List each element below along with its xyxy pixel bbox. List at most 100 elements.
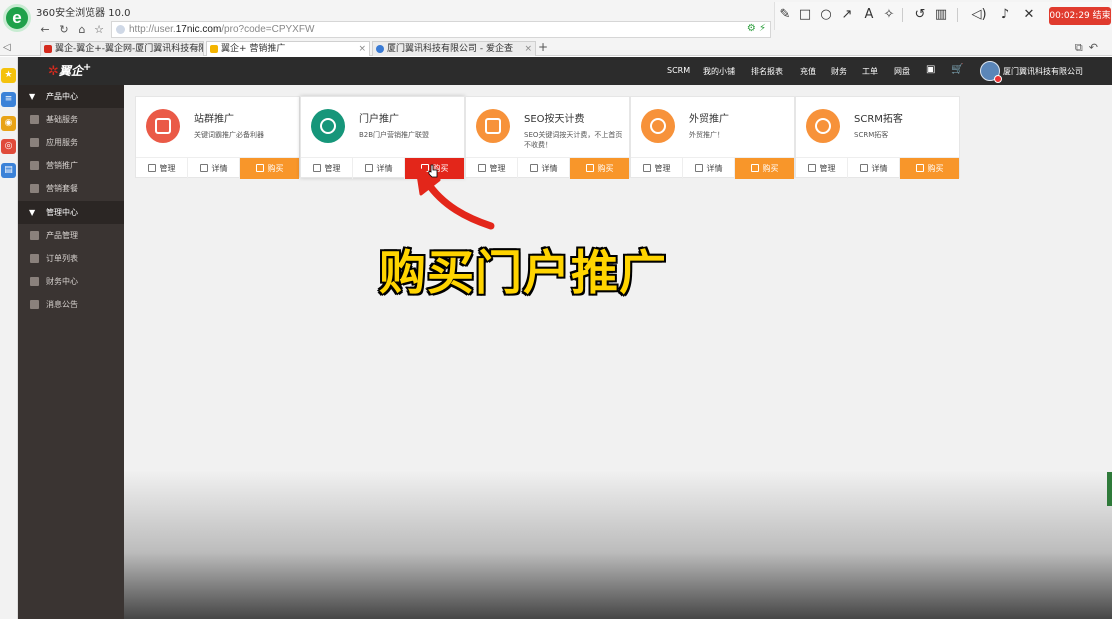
detail-button[interactable]: 详情 [353, 158, 405, 179]
tab-restore-icon[interactable]: ⧉↶ [1075, 41, 1104, 55]
cube-icon [312, 164, 321, 172]
topnav-ticket[interactable]: 工单 [862, 66, 878, 77]
topnav-recharge[interactable]: 充值 [800, 66, 816, 77]
new-tab-icon[interactable]: + [538, 40, 548, 54]
undo-icon[interactable]: ↺ [912, 7, 928, 23]
weibo-icon[interactable]: ◉ [1, 116, 16, 131]
sidebar-toggle-icon[interactable]: ◁ [3, 42, 11, 53]
recording-timer-button[interactable]: 00:02:29 结束 [1049, 7, 1111, 25]
manage-button[interactable]: 管理 [796, 158, 848, 179]
browser-tab-active[interactable]: 翼企+ 营销推广 × [206, 41, 370, 56]
favorites-star-icon[interactable]: ★ [1, 68, 16, 83]
tab-label: 厦门翼讯科技有限公司 - 爱企查 [387, 44, 513, 54]
app-logo[interactable]: ✲翼企+ [48, 62, 91, 79]
topnav-rank-report[interactable]: 排名报表 [751, 66, 783, 77]
site-info-icon[interactable] [116, 25, 125, 34]
sidebar-item-app-service[interactable]: 应用服务 [18, 131, 124, 154]
manage-button[interactable]: 管理 [301, 158, 353, 179]
buy-button[interactable]: 购买 [735, 158, 794, 179]
avatar[interactable] [980, 61, 1002, 83]
browser-logo-icon: e [3, 4, 31, 32]
text-icon[interactable]: A [861, 7, 877, 23]
card-description: 外贸推广！ [689, 131, 724, 139]
close-icon[interactable]: ✕ [1021, 7, 1037, 23]
sidebar-section-product-center[interactable]: ▼ 产品中心 [18, 85, 124, 108]
sidebar-item-announcements[interactable]: 消息公告 [18, 293, 124, 316]
detail-button[interactable]: 详情 [683, 158, 735, 179]
cube-icon [147, 164, 156, 172]
compat-mode-icon[interactable]: ⚙ ⚡ [747, 23, 766, 34]
card-description: SEO关键词按天计费，不上首页不收费！ [524, 131, 623, 149]
manage-button[interactable]: 管理 [631, 158, 683, 179]
message-icon[interactable]: ▣ [926, 64, 935, 75]
refresh-icon[interactable]: ↻ [57, 22, 71, 38]
gear-icon [30, 231, 39, 240]
app-sidebar: ▼ 产品中心 基础服务 应用服务 营销推广 营销套餐 ▼ 管理中心 产品管理 订… [18, 85, 124, 619]
document-icon [529, 164, 538, 172]
circle-icon[interactable]: ○ [818, 7, 834, 23]
video-bottom-shade [124, 470, 1112, 619]
detail-button[interactable]: 详情 [188, 158, 240, 179]
document-icon[interactable]: ▤ [1, 163, 16, 178]
buy-button[interactable]: 购买 [240, 158, 299, 179]
buy-button[interactable]: 购买 [570, 158, 629, 179]
rectangle-icon[interactable]: □ [797, 7, 813, 23]
company-name[interactable]: 厦门翼讯科技有限公司 [1003, 66, 1083, 77]
arrow-icon[interactable]: ↗ [839, 7, 855, 23]
sidebar-item-product-management[interactable]: 产品管理 [18, 224, 124, 247]
cart-icon[interactable]: 🛒 [951, 64, 963, 75]
hand-cursor-icon [428, 164, 438, 178]
tab-close-icon[interactable]: × [358, 42, 366, 56]
sidebar-item-basic-service[interactable]: 基础服务 [18, 108, 124, 131]
calendar-icon [476, 109, 510, 143]
document-icon [694, 164, 703, 172]
megaphone-icon [30, 184, 39, 193]
tab-close-icon[interactable]: × [192, 42, 200, 56]
list-icon[interactable]: ≡ [1, 92, 16, 107]
topnav-my-shop[interactable]: 我的小铺 [703, 66, 735, 77]
sidebar-item-marketing-package[interactable]: 营销套餐 [18, 177, 124, 200]
favorite-star-icon[interactable]: ☆ [92, 22, 106, 38]
cart-icon [750, 164, 759, 172]
toolbar-divider [957, 8, 958, 22]
microphone-icon[interactable]: ♪ [997, 7, 1013, 23]
browser-tab[interactable]: 翼企-翼企+-翼企网-厦门翼讯科技有限 × [40, 41, 204, 56]
caret-down-icon: ▼ [29, 208, 36, 217]
card-title: 门户推广 [359, 114, 399, 125]
sidebar-item-order-list[interactable]: 订单列表 [18, 247, 124, 270]
detail-button[interactable]: 详情 [518, 158, 570, 179]
browser-tab[interactable]: 厦门翼讯科技有限公司 - 爱企查 × [372, 41, 536, 56]
back-icon[interactable]: ← [38, 22, 52, 38]
trash-icon[interactable]: ▥ [933, 7, 949, 23]
product-card-site-group: 站群推广 关键词霸推广必备利器 管理 详情 购买 [135, 96, 300, 179]
tab-label: 翼企-翼企+-翼企网-厦门翼讯科技有限 [55, 44, 204, 54]
target-icon[interactable]: ◎ [1, 139, 16, 154]
card-title: 外贸推广 [689, 114, 729, 125]
tutorial-caption: 购买门户推广 [378, 245, 668, 303]
sidebar-item-marketing[interactable]: 营销推广 [18, 154, 124, 177]
home-icon[interactable]: ⌂ [75, 22, 89, 38]
globe-icon [806, 109, 840, 143]
topnav-cloud-disk[interactable]: 网盘 [894, 66, 910, 77]
manage-button[interactable]: 管理 [136, 158, 188, 179]
cube-icon [30, 115, 39, 124]
scroll-indicator[interactable] [1107, 472, 1112, 506]
buy-button[interactable]: 购买 [900, 158, 959, 179]
megaphone-icon [311, 109, 345, 143]
sidebar-section-management[interactable]: ▼ 管理中心 [18, 201, 124, 224]
topnav-finance[interactable]: 财务 [831, 66, 847, 77]
document-icon [859, 164, 868, 172]
tab-close-icon[interactable]: × [524, 42, 532, 56]
lock-icon [30, 254, 39, 263]
magic-wand-icon[interactable]: ✧ [881, 7, 897, 23]
notification-dot [994, 75, 1002, 83]
card-title: SEO按天计费 [524, 114, 585, 125]
pen-icon[interactable]: ✎ [777, 7, 793, 23]
topnav-scrm[interactable]: SCRM [667, 66, 690, 75]
detail-button[interactable]: 详情 [848, 158, 900, 179]
speaker-icon[interactable]: ◁) [971, 7, 987, 23]
product-card-scrm: SCRM拓客 SCRM拓客 管理 详情 购买 [795, 96, 960, 179]
sidebar-item-finance-center[interactable]: 财务中心 [18, 270, 124, 293]
message-bubble-icon [30, 300, 39, 309]
address-bar[interactable]: http://user.17nic.com/pro?code=CPYXFW ⚙ … [111, 21, 771, 38]
